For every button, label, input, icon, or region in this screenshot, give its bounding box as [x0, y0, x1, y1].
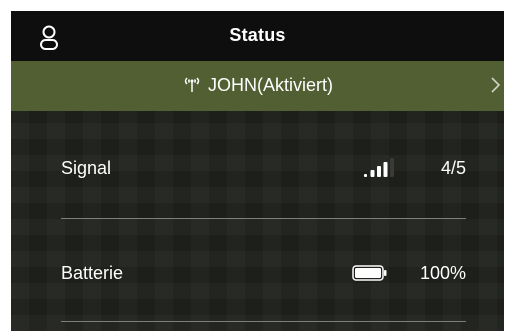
battery-value: 100%	[419, 263, 466, 283]
signal-value: 4/5	[440, 158, 466, 178]
top-bar: Status	[11, 11, 504, 61]
divider	[61, 218, 466, 219]
battery-label: Batterie	[61, 263, 124, 283]
signal-label: Signal	[61, 158, 112, 178]
status-content: Signal 4/5 Batterie 100%	[11, 111, 504, 331]
signal-bars-icon	[364, 158, 396, 178]
device-name: JOHN(Aktiviert)	[208, 75, 333, 95]
battery-icon	[352, 265, 388, 281]
signal-bar	[377, 166, 381, 177]
signal-bar	[383, 162, 388, 177]
signal-row: Signal 4/5	[61, 158, 466, 188]
signal-bar	[390, 158, 394, 177]
chevron-right-icon[interactable]	[491, 77, 501, 93]
divider	[61, 321, 466, 322]
signal-bar	[364, 174, 367, 177]
status-screen: Status JOHN(Aktiviert) Signal 4/5 Batter…	[11, 11, 504, 331]
battery-row: Batterie 100%	[61, 263, 466, 293]
device-selector[interactable]: JOHN(Aktiviert)	[11, 61, 504, 111]
page-title: Status	[229, 25, 286, 45]
antenna-icon	[182, 75, 202, 93]
signal-bar	[370, 170, 375, 177]
